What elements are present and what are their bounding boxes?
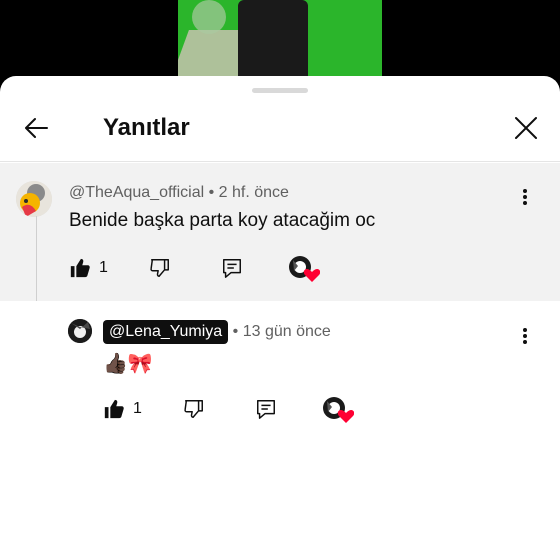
thumbs-up-icon bbox=[70, 258, 90, 278]
comment-text: Benide başka parta koy atacağim oc bbox=[69, 210, 376, 231]
comment-timestamp[interactable]: 2 hf. önce bbox=[219, 184, 289, 201]
close-icon bbox=[515, 117, 537, 139]
reply-icon bbox=[257, 400, 275, 419]
avatar-image bbox=[68, 319, 92, 343]
reply-icon bbox=[223, 259, 241, 278]
like-count: 1 bbox=[99, 259, 108, 276]
reply-button[interactable] bbox=[221, 257, 243, 279]
creator-heart-icon bbox=[289, 256, 320, 282]
sheet-header: Yanıtlar bbox=[0, 98, 560, 162]
avatar-image bbox=[16, 181, 52, 217]
creator-heart-badge[interactable] bbox=[288, 255, 320, 283]
more-options-button[interactable] bbox=[515, 185, 535, 209]
comment-text: 👍🏿🎀 bbox=[103, 353, 153, 375]
like-button[interactable]: 1 bbox=[69, 257, 108, 279]
dislike-button[interactable] bbox=[183, 398, 205, 420]
thumbs-down-icon bbox=[184, 400, 203, 418]
more-options-button[interactable] bbox=[515, 324, 535, 348]
arrow-left-icon bbox=[25, 118, 48, 138]
like-button[interactable]: 1 bbox=[103, 398, 142, 420]
parent-comment: @TheAqua_official • 2 hf. önce Benide ba… bbox=[0, 163, 560, 301]
close-button[interactable] bbox=[510, 112, 542, 144]
page-title: Yanıtlar bbox=[103, 114, 190, 141]
comment-meta: @TheAqua_official • 2 hf. önce bbox=[69, 184, 289, 202]
thumbs-up-icon bbox=[104, 399, 124, 419]
author-handle-chip[interactable]: @Lena_Yumiya bbox=[103, 320, 229, 344]
like-count: 1 bbox=[133, 400, 142, 417]
drag-handle[interactable] bbox=[252, 88, 308, 93]
creator-heart-badge[interactable] bbox=[322, 396, 354, 424]
author-handle[interactable]: @TheAqua_official bbox=[69, 184, 204, 201]
meta-separator: • bbox=[232, 323, 239, 340]
avatar[interactable] bbox=[68, 319, 92, 343]
avatar[interactable] bbox=[16, 181, 52, 217]
back-button[interactable] bbox=[20, 112, 52, 144]
meta-separator: • bbox=[208, 184, 215, 201]
reply-button[interactable] bbox=[255, 398, 277, 420]
reply-comment: @Lena_Yumiya • 13 gün önce 👍🏿🎀 1 bbox=[0, 301, 560, 441]
thumbs-down-icon bbox=[150, 259, 169, 277]
dislike-button[interactable] bbox=[149, 257, 171, 279]
comment-timestamp[interactable]: 13 gün önce bbox=[243, 323, 331, 340]
comment-meta: @Lena_Yumiya • 13 gün önce bbox=[103, 320, 331, 344]
creator-heart-icon bbox=[323, 397, 354, 423]
video-avatar-overlay bbox=[192, 0, 226, 34]
replies-sheet: Yanıtlar @TheAqua_official • 2 hf. önce … bbox=[0, 76, 560, 560]
